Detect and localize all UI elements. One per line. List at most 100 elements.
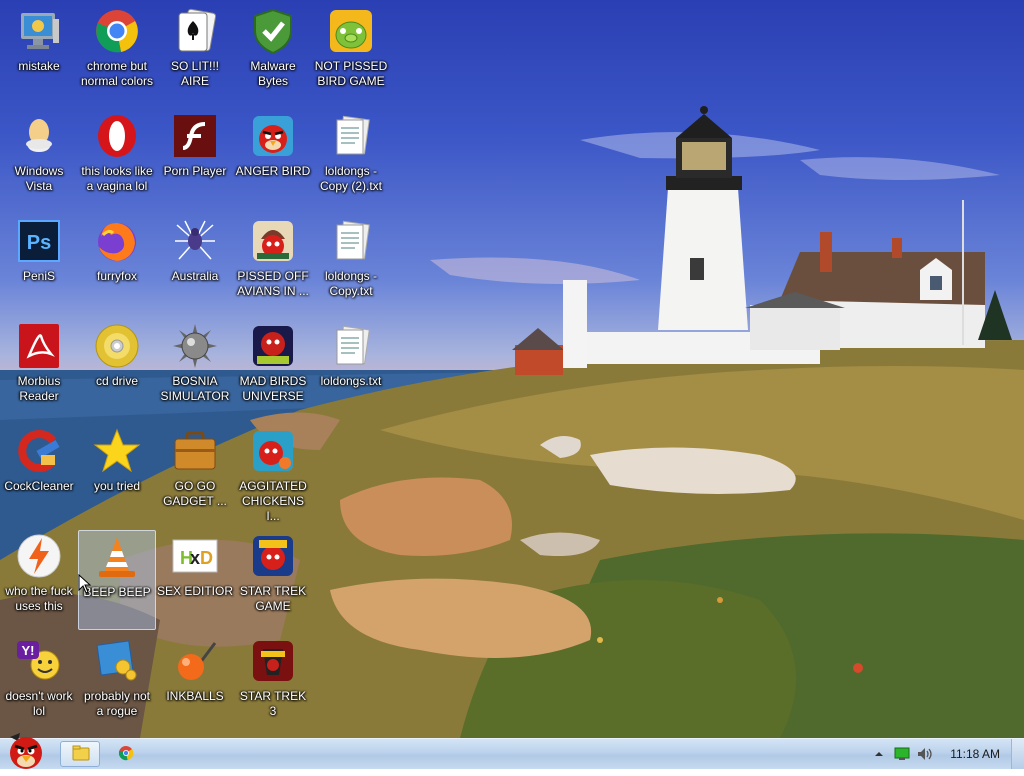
icon-label: Windows Vista <box>14 164 64 193</box>
desktop-icon-chrome[interactable]: chrome but normal colors <box>78 5 156 105</box>
icon-label: Morbius Reader <box>17 374 61 403</box>
desktop-icon-loldongs-copy-2[interactable]: loldongs - Copy (2).txt <box>312 110 390 210</box>
pdf-reader-icon <box>15 322 63 370</box>
angry-birds-star-wars-2-icon <box>249 637 297 685</box>
egg-icon <box>15 112 63 160</box>
cd-icon <box>93 322 141 370</box>
icon-label: probably not a rogue <box>83 689 151 718</box>
opera-icon <box>93 112 141 160</box>
svg-text:Ps: Ps <box>27 232 51 254</box>
desktop-icon-who-uses-this[interactable]: who the fuck uses this <box>0 530 78 630</box>
desktop-icon-opera[interactable]: this looks like a vagina lol <box>78 110 156 210</box>
desktop-icon-go-go-gadget[interactable]: GO GO GADGET ... <box>156 425 234 525</box>
desktop-icon-star-trek-3[interactable]: STAR TREK 3 <box>234 635 312 735</box>
chrome-icon <box>93 7 141 55</box>
desktop-icon-you-tried[interactable]: you tried <box>78 425 156 525</box>
briefcase-icon <box>171 427 219 475</box>
icon-label: who the fuck uses this <box>5 584 73 613</box>
taskbar-chrome-button[interactable] <box>106 741 146 767</box>
svg-text:Y!: Y! <box>22 643 35 658</box>
desktop-icon-morbius-reader[interactable]: Morbius Reader <box>0 320 78 420</box>
icon-label: CockCleaner <box>4 479 74 493</box>
icon-label: mistake <box>18 59 60 73</box>
desktop-icon-loldongs[interactable]: loldongs.txt <box>312 320 390 420</box>
desktop-icon-porn-player[interactable]: Porn Player <box>156 110 234 210</box>
taskbar-explorer-button[interactable] <box>60 741 100 767</box>
flash-icon <box>171 112 219 160</box>
desktop-icon-aggitated-chickens[interactable]: AGGITATED CHICKENS I... <box>234 425 312 525</box>
solitaire-icon <box>171 7 219 55</box>
desktop-icon-bosnia-simulator[interactable]: BOSNIA SIMULATOR <box>156 320 234 420</box>
icon-label: Malware Bytes <box>250 59 296 88</box>
explorer-icon <box>72 745 90 761</box>
desktop-icon-malware-bytes[interactable]: Malware Bytes <box>234 5 312 105</box>
icon-label: GO GO GADGET ... <box>163 479 227 508</box>
desktop-icon-inkballs[interactable]: INKBALLS <box>156 635 234 735</box>
icon-label: cd drive <box>95 374 139 388</box>
icon-label: STAR TREK GAME <box>239 584 307 613</box>
icon-label: PeniS <box>22 269 56 283</box>
desktop-icon-pissed-off-avians[interactable]: PISSED OFF AVIANS IN ... <box>234 215 312 315</box>
desktop-icon-loldongs-copy[interactable]: loldongs - Copy.txt <box>312 215 390 315</box>
vlc-icon <box>93 533 141 581</box>
icon-label: chrome but normal colors <box>80 59 154 88</box>
hxd-icon: HxD <box>171 532 219 580</box>
icon-label: ANGER BIRD <box>235 164 311 178</box>
spider-solitaire-icon <box>171 217 219 265</box>
icon-label: SEX EDITIOR <box>157 584 234 598</box>
mine-icon <box>171 322 219 370</box>
desktop-icon-probably-not-a-rogue[interactable]: probably not a rogue <box>78 635 156 735</box>
desktop-icon-doesnt-work[interactable]: Y! doesn't work lol <box>0 635 78 735</box>
desktop-icon-mad-birds-universe[interactable]: MAD BIRDS UNIVERSE <box>234 320 312 420</box>
yahoo-messenger-icon: Y! <box>15 637 63 685</box>
text-file-icon <box>327 322 375 370</box>
desktop-icon-penis[interactable]: Ps PeniS <box>0 215 78 315</box>
computer-icon <box>15 7 63 55</box>
angry-birds-space-icon <box>249 322 297 370</box>
ccleaner-icon <box>15 427 63 475</box>
desktop-icon-furryfox[interactable]: furryfox <box>78 215 156 315</box>
icon-label: loldongs.txt <box>320 374 382 388</box>
icon-label: BOSNIA SIMULATOR <box>160 374 230 403</box>
shield-icon <box>249 7 297 55</box>
angry-bird-start-icon <box>10 733 42 769</box>
start-button[interactable] <box>2 731 50 771</box>
show-desktop-button[interactable] <box>1011 739 1024 769</box>
show-hidden-icon[interactable] <box>874 749 884 759</box>
desktop-icon-mistake[interactable]: mistake <box>0 5 78 105</box>
green-pig-icon <box>327 7 375 55</box>
svg-text:x: x <box>190 548 200 568</box>
icon-label: this looks like a vagina lol <box>81 164 153 193</box>
inkball-icon <box>171 637 219 685</box>
desktop-icon-sex-editior[interactable]: HxD SEX EDITIOR <box>156 530 234 630</box>
firefox-icon <box>93 217 141 265</box>
angry-birds-rio-icon <box>249 427 297 475</box>
icon-label: loldongs - Copy.txt <box>324 269 378 298</box>
desktop-icon-not-pissed-bird-game[interactable]: NOT PISSED BIRD GAME <box>312 5 390 105</box>
chrome-icon <box>118 746 134 761</box>
desktop-icon-so-lit-aire[interactable]: SO LIT!!! AIRE <box>156 5 234 105</box>
icon-label: doesn't work lol <box>5 689 73 718</box>
text-file-icon <box>327 112 375 160</box>
taskbar-clock[interactable]: 11:18 AM <box>950 747 1000 761</box>
svg-text:D: D <box>200 548 213 568</box>
icon-label: MAD BIRDS UNIVERSE <box>239 374 307 403</box>
icon-label: SO LIT!!! AIRE <box>170 59 219 88</box>
icon-label: INKBALLS <box>166 689 224 703</box>
system-tray: 11:18 AM <box>854 739 1024 769</box>
desktop-icon-star-trek-game[interactable]: STAR TREK GAME <box>234 530 312 630</box>
desktop-icon-cd-drive[interactable]: cd drive <box>78 320 156 420</box>
desktop-icon-cockcleaner[interactable]: CockCleaner <box>0 425 78 525</box>
desktop-icon-australia[interactable]: Australia <box>156 215 234 315</box>
mouse-cursor-icon <box>78 574 92 594</box>
angry-birds-seasons-icon <box>249 217 297 265</box>
icon-label: you tried <box>93 479 141 493</box>
volume-icon[interactable] <box>916 747 934 761</box>
desktop-icon-windows-vista[interactable]: Windows Vista <box>0 110 78 210</box>
icon-label: PISSED OFF AVIANS IN ... <box>237 269 309 298</box>
angry-birds-star-wars-icon <box>249 532 297 580</box>
desktop-icon-anger-bird[interactable]: ANGER BIRD <box>234 110 312 210</box>
winamp-icon <box>15 532 63 580</box>
icon-label: AGGITATED CHICKENS I... <box>239 479 307 523</box>
network-icon[interactable] <box>894 747 910 761</box>
